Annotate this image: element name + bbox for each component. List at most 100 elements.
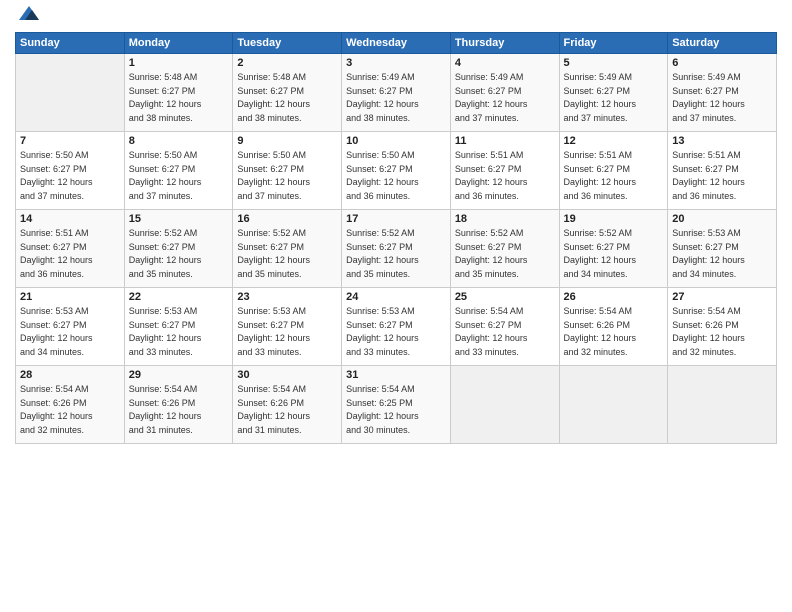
- day-info: Sunrise: 5:52 AM Sunset: 6:27 PM Dayligh…: [129, 227, 229, 281]
- calendar-cell: 12Sunrise: 5:51 AM Sunset: 6:27 PM Dayli…: [559, 132, 668, 210]
- day-info: Sunrise: 5:48 AM Sunset: 6:27 PM Dayligh…: [129, 71, 229, 125]
- logo-icon: [17, 2, 41, 26]
- day-number: 9: [237, 135, 337, 147]
- day-number: 21: [20, 291, 120, 303]
- calendar-cell: 31 Sunrise: 5:54 AM Sunset: 6:25 PM Dayli…: [342, 366, 451, 444]
- day-info: Sunrise: 5:53 AM Sunset: 6:27 PM Dayligh…: [237, 305, 337, 359]
- day-number: 27: [672, 291, 772, 303]
- col-header-monday: Monday: [124, 33, 233, 54]
- calendar-cell: 17 Sunrise: 5:52 AM Sunset: 6:27 PM Dayli…: [342, 210, 451, 288]
- col-header-sunday: Sunday: [16, 33, 125, 54]
- day-number: 3: [346, 57, 446, 69]
- week-row-4: 21 Sunrise: 5:53 AM Sunset: 6:27 PM Dayli…: [16, 288, 777, 366]
- day-info: Sunrise: 5:52 AM Sunset: 6:27 PM Dayligh…: [455, 227, 555, 281]
- day-number: 11: [455, 135, 555, 147]
- day-number: 30: [237, 369, 337, 381]
- calendar-table: SundayMondayTuesdayWednesdayThursdayFrid…: [15, 32, 777, 444]
- day-number: 15: [129, 213, 229, 225]
- col-header-tuesday: Tuesday: [233, 33, 342, 54]
- day-number: 17: [346, 213, 446, 225]
- day-number: 4: [455, 57, 555, 69]
- day-info: Sunrise: 5:50 AM Sunset: 6:27 PM Dayligh…: [237, 149, 337, 203]
- col-header-friday: Friday: [559, 33, 668, 54]
- calendar-cell: 5 Sunrise: 5:49 AM Sunset: 6:27 PM Daylig…: [559, 54, 668, 132]
- day-number: 13: [672, 135, 772, 147]
- day-info: Sunrise: 5:54 AM Sunset: 6:26 PM Dayligh…: [129, 383, 229, 437]
- day-info: Sunrise: 5:54 AM Sunset: 6:26 PM Dayligh…: [237, 383, 337, 437]
- logo: [15, 10, 41, 26]
- day-info: Sunrise: 5:49 AM Sunset: 6:27 PM Dayligh…: [564, 71, 664, 125]
- calendar-cell: 9 Sunrise: 5:50 AM Sunset: 6:27 PM Daylig…: [233, 132, 342, 210]
- calendar-cell: 8 Sunrise: 5:50 AM Sunset: 6:27 PM Daylig…: [124, 132, 233, 210]
- calendar-cell: 13 Sunrise: 5:51 AM Sunset: 6:27 PM Dayli…: [668, 132, 777, 210]
- calendar-cell: 19Sunrise: 5:52 AM Sunset: 6:27 PM Dayli…: [559, 210, 668, 288]
- col-header-thursday: Thursday: [450, 33, 559, 54]
- day-number: 2: [237, 57, 337, 69]
- calendar-cell: 14Sunrise: 5:51 AM Sunset: 6:27 PM Dayli…: [16, 210, 125, 288]
- header-row: SundayMondayTuesdayWednesdayThursdayFrid…: [16, 33, 777, 54]
- day-info: Sunrise: 5:48 AM Sunset: 6:27 PM Dayligh…: [237, 71, 337, 125]
- day-info: Sunrise: 5:52 AM Sunset: 6:27 PM Dayligh…: [237, 227, 337, 281]
- calendar-cell: 7 Sunrise: 5:50 AM Sunset: 6:27 PM Daylig…: [16, 132, 125, 210]
- calendar-cell: 18 Sunrise: 5:52 AM Sunset: 6:27 PM Dayli…: [450, 210, 559, 288]
- day-info: Sunrise: 5:54 AM Sunset: 6:26 PM Dayligh…: [564, 305, 664, 359]
- day-info: Sunrise: 5:49 AM Sunset: 6:27 PM Dayligh…: [672, 71, 772, 125]
- day-info: Sunrise: 5:50 AM Sunset: 6:27 PM Dayligh…: [346, 149, 446, 203]
- day-number: 23: [237, 291, 337, 303]
- day-number: 26: [564, 291, 664, 303]
- header: [15, 10, 777, 26]
- calendar-cell: [450, 366, 559, 444]
- day-number: 10: [346, 135, 446, 147]
- day-info: Sunrise: 5:53 AM Sunset: 6:27 PM Dayligh…: [346, 305, 446, 359]
- day-info: Sunrise: 5:54 AM Sunset: 6:25 PM Dayligh…: [346, 383, 446, 437]
- calendar-cell: [16, 54, 125, 132]
- week-row-2: 7 Sunrise: 5:50 AM Sunset: 6:27 PM Daylig…: [16, 132, 777, 210]
- calendar-cell: 11 Sunrise: 5:51 AM Sunset: 6:27 PM Dayli…: [450, 132, 559, 210]
- calendar-cell: 20Sunrise: 5:53 AM Sunset: 6:27 PM Dayli…: [668, 210, 777, 288]
- day-info: Sunrise: 5:51 AM Sunset: 6:27 PM Dayligh…: [672, 149, 772, 203]
- calendar-cell: 15 Sunrise: 5:52 AM Sunset: 6:27 PM Dayli…: [124, 210, 233, 288]
- calendar-cell: 4 Sunrise: 5:49 AM Sunset: 6:27 PM Daylig…: [450, 54, 559, 132]
- calendar-cell: [668, 366, 777, 444]
- calendar-cell: 26 Sunrise: 5:54 AM Sunset: 6:26 PM Dayli…: [559, 288, 668, 366]
- calendar-cell: 27 Sunrise: 5:54 AM Sunset: 6:26 PM Dayli…: [668, 288, 777, 366]
- calendar-cell: 21 Sunrise: 5:53 AM Sunset: 6:27 PM Dayli…: [16, 288, 125, 366]
- calendar-cell: 10 Sunrise: 5:50 AM Sunset: 6:27 PM Dayli…: [342, 132, 451, 210]
- day-number: 22: [129, 291, 229, 303]
- calendar-cell: 2 Sunrise: 5:48 AM Sunset: 6:27 PM Daylig…: [233, 54, 342, 132]
- day-info: Sunrise: 5:49 AM Sunset: 6:27 PM Dayligh…: [346, 71, 446, 125]
- day-info: Sunrise: 5:50 AM Sunset: 6:27 PM Dayligh…: [129, 149, 229, 203]
- day-number: 8: [129, 135, 229, 147]
- col-header-wednesday: Wednesday: [342, 33, 451, 54]
- week-row-3: 14Sunrise: 5:51 AM Sunset: 6:27 PM Dayli…: [16, 210, 777, 288]
- week-row-1: 1 Sunrise: 5:48 AM Sunset: 6:27 PM Daylig…: [16, 54, 777, 132]
- day-number: 24: [346, 291, 446, 303]
- day-number: 1: [129, 57, 229, 69]
- day-number: 5: [564, 57, 664, 69]
- day-info: Sunrise: 5:50 AM Sunset: 6:27 PM Dayligh…: [20, 149, 120, 203]
- calendar-cell: 6Sunrise: 5:49 AM Sunset: 6:27 PM Daylig…: [668, 54, 777, 132]
- calendar-cell: 22 Sunrise: 5:53 AM Sunset: 6:27 PM Dayli…: [124, 288, 233, 366]
- day-number: 7: [20, 135, 120, 147]
- calendar-cell: 16 Sunrise: 5:52 AM Sunset: 6:27 PM Dayli…: [233, 210, 342, 288]
- day-number: 25: [455, 291, 555, 303]
- day-info: Sunrise: 5:51 AM Sunset: 6:27 PM Dayligh…: [20, 227, 120, 281]
- day-number: 18: [455, 213, 555, 225]
- day-info: Sunrise: 5:49 AM Sunset: 6:27 PM Dayligh…: [455, 71, 555, 125]
- calendar-cell: 24 Sunrise: 5:53 AM Sunset: 6:27 PM Dayli…: [342, 288, 451, 366]
- day-number: 16: [237, 213, 337, 225]
- calendar-cell: 1 Sunrise: 5:48 AM Sunset: 6:27 PM Daylig…: [124, 54, 233, 132]
- day-info: Sunrise: 5:51 AM Sunset: 6:27 PM Dayligh…: [564, 149, 664, 203]
- day-info: Sunrise: 5:51 AM Sunset: 6:27 PM Dayligh…: [455, 149, 555, 203]
- day-info: Sunrise: 5:52 AM Sunset: 6:27 PM Dayligh…: [346, 227, 446, 281]
- calendar-cell: 29Sunrise: 5:54 AM Sunset: 6:26 PM Dayli…: [124, 366, 233, 444]
- day-info: Sunrise: 5:53 AM Sunset: 6:27 PM Dayligh…: [672, 227, 772, 281]
- calendar-cell: 3 Sunrise: 5:49 AM Sunset: 6:27 PM Daylig…: [342, 54, 451, 132]
- day-info: Sunrise: 5:54 AM Sunset: 6:26 PM Dayligh…: [20, 383, 120, 437]
- day-number: 31: [346, 369, 446, 381]
- day-info: Sunrise: 5:54 AM Sunset: 6:26 PM Dayligh…: [672, 305, 772, 359]
- day-info: Sunrise: 5:53 AM Sunset: 6:27 PM Dayligh…: [129, 305, 229, 359]
- day-info: Sunrise: 5:52 AM Sunset: 6:27 PM Dayligh…: [564, 227, 664, 281]
- calendar-cell: 30 Sunrise: 5:54 AM Sunset: 6:26 PM Dayli…: [233, 366, 342, 444]
- day-info: Sunrise: 5:53 AM Sunset: 6:27 PM Dayligh…: [20, 305, 120, 359]
